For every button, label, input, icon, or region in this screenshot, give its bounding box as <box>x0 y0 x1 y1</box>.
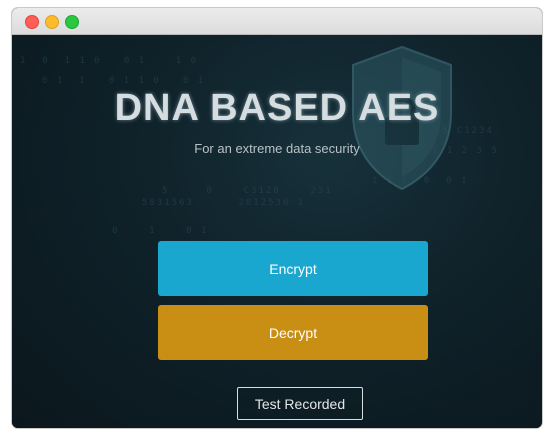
title-bar <box>12 8 542 35</box>
app-title: DNA BASED AES <box>114 87 440 129</box>
decrypt-button[interactable]: Decrypt <box>158 305 428 360</box>
main-content: 1 0 1 1 0 0 1 1 0 0 1 1 0 1 1 0 0 1 5 0 … <box>12 35 542 428</box>
zoom-window-button[interactable] <box>65 15 79 29</box>
close-window-button[interactable] <box>25 15 39 29</box>
test-recorded-button[interactable]: Test Recorded <box>237 387 363 420</box>
app-window: 1 0 1 1 0 0 1 1 0 0 1 1 0 1 1 0 0 1 5 0 … <box>12 8 542 428</box>
app-subtitle: For an extreme data security <box>194 141 360 156</box>
minimize-window-button[interactable] <box>45 15 59 29</box>
encrypt-button[interactable]: Encrypt <box>158 241 428 296</box>
